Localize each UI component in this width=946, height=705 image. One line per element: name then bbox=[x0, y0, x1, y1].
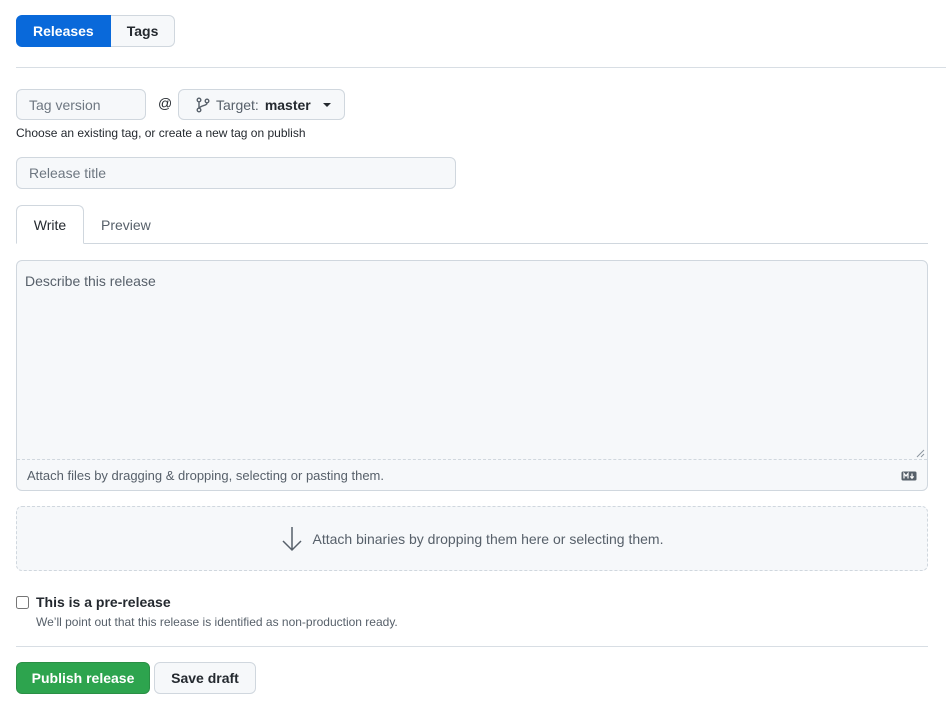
save-draft-button[interactable]: Save draft bbox=[154, 662, 256, 694]
git-branch-icon bbox=[196, 97, 210, 113]
tag-version-input[interactable] bbox=[16, 89, 146, 120]
description-editor: Attach files by dragging & dropping, sel… bbox=[16, 260, 928, 491]
resize-grip-icon[interactable] bbox=[915, 448, 925, 458]
target-value: master bbox=[264, 96, 311, 113]
release-form: Releases Tags @ Target: master Choose an… bbox=[0, 0, 946, 705]
header-divider bbox=[16, 67, 946, 68]
tags-tab-button[interactable]: Tags bbox=[110, 15, 176, 47]
arrow-down-icon bbox=[281, 526, 302, 551]
publish-release-button[interactable]: Publish release bbox=[16, 662, 150, 694]
releases-tags-switch: Releases Tags bbox=[16, 15, 176, 47]
caret-down-icon bbox=[322, 102, 331, 107]
description-textarea[interactable] bbox=[17, 261, 927, 460]
at-symbol: @ bbox=[158, 95, 173, 111]
binaries-dropzone[interactable]: Attach binaries by dropping them here or… bbox=[16, 506, 928, 571]
target-label: Target: bbox=[216, 96, 259, 113]
prerelease-label[interactable]: This is a pre-release bbox=[36, 594, 171, 610]
prerelease-note: We’ll point out that this release is ide… bbox=[36, 615, 398, 629]
binaries-text: Attach binaries by dropping them here or… bbox=[312, 530, 664, 547]
markdown-icon[interactable] bbox=[901, 471, 917, 481]
tab-write[interactable]: Write bbox=[16, 205, 84, 244]
target-branch-dropdown[interactable]: Target: master bbox=[178, 89, 345, 120]
release-title-input[interactable] bbox=[16, 157, 456, 189]
attach-files-text: Attach files by dragging & dropping, sel… bbox=[27, 468, 384, 483]
releases-tab-button[interactable]: Releases bbox=[16, 15, 111, 47]
footer-divider bbox=[16, 646, 928, 647]
attach-files-bar[interactable]: Attach files by dragging & dropping, sel… bbox=[17, 460, 927, 490]
tag-hint: Choose an existing tag, or create a new … bbox=[16, 126, 306, 140]
editor-tabs: Write Preview bbox=[16, 205, 928, 244]
tab-preview[interactable]: Preview bbox=[85, 205, 167, 244]
prerelease-checkbox[interactable] bbox=[16, 596, 29, 609]
